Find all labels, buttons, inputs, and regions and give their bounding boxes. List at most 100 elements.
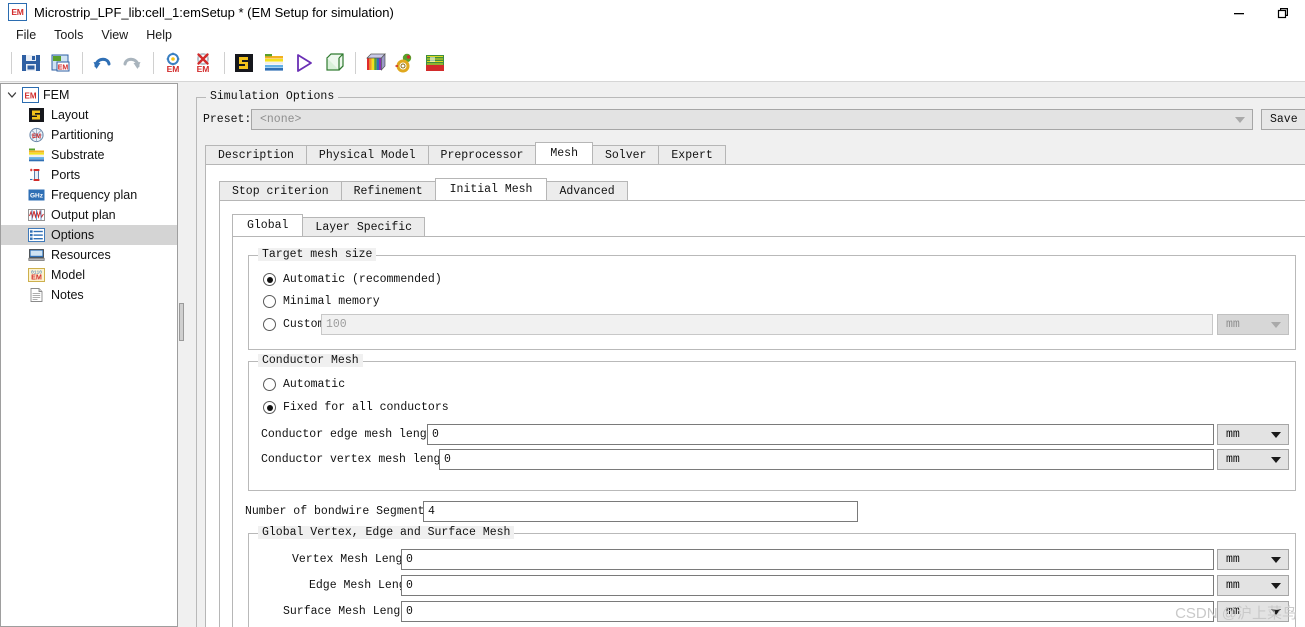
rainbow-cube-button[interactable] xyxy=(361,48,389,78)
redo-button[interactable] xyxy=(118,48,146,78)
toolbar-separator-3 xyxy=(153,52,154,74)
conductor-vertex-mesh-length-label: Conductor vertex mesh length: xyxy=(261,453,462,466)
edge-mesh-unit-combobox[interactable]: mm xyxy=(1217,575,1289,596)
chevron-down-icon xyxy=(1271,321,1281,328)
sidebar-item-resources[interactable]: Resources xyxy=(1,245,177,265)
svg-text:EM: EM xyxy=(167,64,180,74)
surface-mesh-length-input[interactable]: 0 xyxy=(401,601,1214,622)
toolbar-separator-5 xyxy=(355,52,356,74)
tab-physical-model[interactable]: Physical Model xyxy=(305,145,429,164)
sidebar-item-label: Frequency plan xyxy=(51,188,138,202)
menu-view[interactable]: View xyxy=(92,26,137,44)
conductor-vertex-mesh-unit-combobox[interactable]: mm xyxy=(1217,449,1289,470)
radio-custom[interactable]: Custom xyxy=(263,318,324,331)
preferences-button[interactable] xyxy=(391,48,419,78)
radio-label: Automatic (recommended) xyxy=(283,273,442,286)
run-button[interactable] xyxy=(290,48,318,78)
radio-indicator xyxy=(263,318,276,331)
svg-text:EM: EM xyxy=(32,134,41,140)
undo-button[interactable] xyxy=(88,48,116,78)
initial-mesh-panel: Global Layer Specific Target mesh size A… xyxy=(219,200,1305,627)
model-icon: 0110 EM xyxy=(28,267,45,283)
subtab-initial-mesh[interactable]: Initial Mesh xyxy=(434,178,548,200)
layout-button[interactable] xyxy=(230,48,258,78)
window-title: Microstrip_LPF_lib:cell_1:emSetup * (EM … xyxy=(34,4,394,20)
sidebar-item-label: Notes xyxy=(51,288,84,302)
menu-tools[interactable]: Tools xyxy=(45,26,92,44)
subtab-refinement[interactable]: Refinement xyxy=(340,181,436,200)
subsubtab-layer-specific[interactable]: Layer Specific xyxy=(302,217,426,236)
substrate-button[interactable] xyxy=(260,48,288,78)
custom-mesh-size-unit-combobox[interactable]: mm xyxy=(1217,314,1289,335)
sidebar-item-notes[interactable]: Notes xyxy=(1,285,177,305)
tree-root-fem[interactable]: EM FEM xyxy=(1,84,177,105)
radio-indicator xyxy=(263,295,276,308)
output-plan-icon xyxy=(28,207,45,223)
sidebar-item-output-plan[interactable]: Output plan xyxy=(1,205,177,225)
sidebar-item-label: Substrate xyxy=(51,148,105,162)
sidebar-item-ports[interactable]: Ports xyxy=(1,165,177,185)
save-em-setup-button[interactable]: EM xyxy=(47,48,75,78)
conductor-edge-mesh-length-label: Conductor edge mesh length: xyxy=(261,428,448,441)
radio-indicator xyxy=(263,401,276,414)
tab-solver[interactable]: Solver xyxy=(591,145,660,164)
svg-text:GHz: GHz xyxy=(30,193,44,200)
save-button[interactable] xyxy=(17,48,45,78)
sidebar-item-substrate[interactable]: Substrate xyxy=(1,145,177,165)
mesh-cube-button[interactable] xyxy=(320,48,348,78)
em-model-button[interactable] xyxy=(421,48,449,78)
conductor-edge-mesh-length-input[interactable]: 0 xyxy=(427,424,1214,445)
radio-conductor-fixed[interactable]: Fixed for all conductors xyxy=(263,401,449,414)
sidebar-item-layout[interactable]: Layout xyxy=(1,105,177,125)
stop-em-button[interactable]: EM xyxy=(189,48,217,78)
chevron-down-icon[interactable] xyxy=(6,89,18,101)
tab-description[interactable]: Description xyxy=(205,145,307,164)
conductor-mesh-group: Conductor Mesh Automatic Fixed for all c… xyxy=(248,354,1296,491)
vertex-mesh-length-input[interactable]: 0 xyxy=(401,549,1214,570)
radio-label: Automatic xyxy=(283,378,346,391)
tab-expert[interactable]: Expert xyxy=(658,145,726,164)
tab-mesh[interactable]: Mesh xyxy=(535,142,593,164)
sidebar-item-label: Options xyxy=(51,228,95,242)
substrate-icon xyxy=(28,147,45,163)
bondwire-segments-input[interactable]: 4 xyxy=(423,501,858,522)
radio-conductor-automatic[interactable]: Automatic xyxy=(263,378,345,391)
conductor-mesh-title: Conductor Mesh xyxy=(258,354,363,367)
conductor-edge-mesh-unit-combobox[interactable]: mm xyxy=(1217,424,1289,445)
sidebar-item-label: Partitioning xyxy=(51,128,114,142)
radio-label: Fixed for all conductors xyxy=(283,401,449,414)
simulate-em-button[interactable]: EM xyxy=(159,48,187,78)
toolbar-separator-2 xyxy=(82,52,83,74)
subsubtab-global[interactable]: Global xyxy=(232,214,304,236)
custom-mesh-size-input[interactable]: 100 xyxy=(321,314,1213,335)
edge-mesh-length-input[interactable]: 0 xyxy=(401,575,1214,596)
sidebar-item-frequency-plan[interactable]: GHz Frequency plan xyxy=(1,185,177,205)
em-setup-window: EM Microstrip_LPF_lib:cell_1:emSetup * (… xyxy=(0,0,1305,627)
tab-preprocessor[interactable]: Preprocessor xyxy=(427,145,537,164)
conductor-vertex-mesh-length-input[interactable]: 0 xyxy=(439,449,1214,470)
preset-combobox[interactable]: <none> xyxy=(251,109,1253,130)
menu-help[interactable]: Help xyxy=(137,26,181,44)
radio-minimal-memory[interactable]: Minimal memory xyxy=(263,295,380,308)
sidebar-item-partitioning[interactable]: EM Partitioning xyxy=(1,125,177,145)
mesh-tab-panel: Stop criterion Refinement Initial Mesh A… xyxy=(205,164,1305,627)
restore-button[interactable] xyxy=(1261,0,1305,25)
toolbar-separator-4 xyxy=(224,52,225,74)
surface-mesh-unit-combobox[interactable]: mm xyxy=(1217,601,1289,622)
layout-icon xyxy=(28,107,45,123)
subtab-advanced[interactable]: Advanced xyxy=(546,181,628,200)
vertex-mesh-unit-combobox[interactable]: mm xyxy=(1217,549,1289,570)
splitter-grip[interactable] xyxy=(179,303,184,341)
unit-value: mm xyxy=(1226,428,1240,441)
panel-splitter[interactable] xyxy=(179,83,194,627)
sidebar-item-label: Layout xyxy=(51,108,89,122)
sidebar-item-options[interactable]: Options xyxy=(1,225,177,245)
simulation-options-title: Simulation Options xyxy=(206,90,339,103)
minimize-button[interactable] xyxy=(1217,0,1261,25)
radio-automatic-recommended[interactable]: Automatic (recommended) xyxy=(263,273,442,286)
save-preset-button[interactable]: Save xyxy=(1261,109,1305,130)
menu-file[interactable]: File xyxy=(7,26,45,44)
sidebar-item-model[interactable]: 0110 EM Model xyxy=(1,265,177,285)
subtab-stop-criterion[interactable]: Stop criterion xyxy=(219,181,342,200)
svg-text:EM: EM xyxy=(197,64,210,74)
